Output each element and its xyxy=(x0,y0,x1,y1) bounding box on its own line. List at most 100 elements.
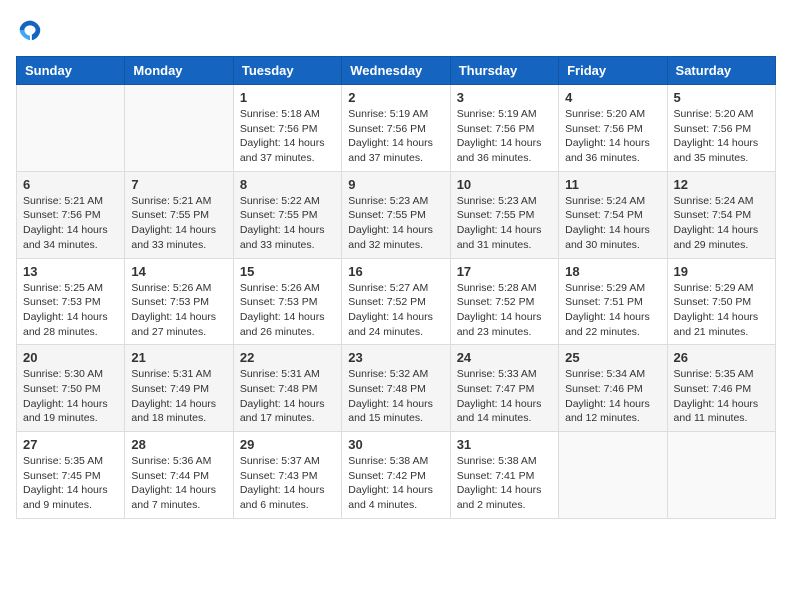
day-number: 29 xyxy=(240,437,335,452)
calendar-cell: 2Sunrise: 5:19 AMSunset: 7:56 PMDaylight… xyxy=(342,85,450,172)
calendar-table: SundayMondayTuesdayWednesdayThursdayFrid… xyxy=(16,56,776,519)
day-info: Sunrise: 5:19 AMSunset: 7:56 PMDaylight:… xyxy=(457,107,552,166)
calendar-cell xyxy=(125,85,233,172)
calendar-cell: 22 Sunrise: 5:31 AMSunset: 7:48 PMDayligh… xyxy=(233,345,341,432)
day-number: 13 xyxy=(23,264,118,279)
calendar-cell: 8Sunrise: 5:22 AMSunset: 7:55 PMDaylight… xyxy=(233,171,341,258)
calendar-cell: 23 Sunrise: 5:32 AMSunset: 7:48 PMDayligh… xyxy=(342,345,450,432)
day-info: Sunrise: 5:26 AMSunset: 7:53 PMDaylight:… xyxy=(131,281,226,340)
calendar-cell: 4 Sunrise: 5:20 AMSunset: 7:56 PMDaylight… xyxy=(559,85,667,172)
calendar-cell: 26 Sunrise: 5:35 AMSunset: 7:46 PMDayligh… xyxy=(667,345,775,432)
day-number: 18 xyxy=(565,264,660,279)
weekday-header: Wednesday xyxy=(342,57,450,85)
day-info: Sunrise: 5:24 AMSunset: 7:54 PMDaylight:… xyxy=(674,194,769,253)
day-number: 27 xyxy=(23,437,118,452)
logo-icon xyxy=(16,16,44,44)
day-number: 7 xyxy=(131,177,226,192)
day-number: 22 xyxy=(240,350,335,365)
day-number: 19 xyxy=(674,264,769,279)
calendar-cell: 24 Sunrise: 5:33 AMSunset: 7:47 PMDayligh… xyxy=(450,345,558,432)
calendar-cell: 16 Sunrise: 5:27 AMSunset: 7:52 PMDayligh… xyxy=(342,258,450,345)
calendar-cell: 17 Sunrise: 5:28 AMSunset: 7:52 PMDayligh… xyxy=(450,258,558,345)
day-number: 1 xyxy=(240,90,335,105)
day-number: 12 xyxy=(674,177,769,192)
day-number: 4 xyxy=(565,90,660,105)
day-info: Sunrise: 5:20 AMSunset: 7:56 PMDaylight:… xyxy=(674,107,769,166)
calendar-cell: 31 Sunrise: 5:38 AMSunset: 7:41 PMDayligh… xyxy=(450,432,558,519)
calendar-cell: 15Sunrise: 5:26 AMSunset: 7:53 PMDayligh… xyxy=(233,258,341,345)
calendar-cell xyxy=(17,85,125,172)
calendar-cell: 3 Sunrise: 5:19 AMSunset: 7:56 PMDaylight… xyxy=(450,85,558,172)
day-info: Sunrise: 5:36 AMSunset: 7:44 PMDaylight:… xyxy=(131,454,226,513)
day-info: Sunrise: 5:29 AMSunset: 7:51 PMDaylight:… xyxy=(565,281,660,340)
day-info: Sunrise: 5:29 AMSunset: 7:50 PMDaylight:… xyxy=(674,281,769,340)
weekday-header: Friday xyxy=(559,57,667,85)
weekday-header: Saturday xyxy=(667,57,775,85)
day-info: Sunrise: 5:21 AMSunset: 7:56 PMDaylight:… xyxy=(23,194,118,253)
day-info: Sunrise: 5:38 AMSunset: 7:41 PMDaylight:… xyxy=(457,454,552,513)
day-number: 24 xyxy=(457,350,552,365)
day-info: Sunrise: 5:34 AMSunset: 7:46 PMDaylight:… xyxy=(565,367,660,426)
calendar-cell: 19 Sunrise: 5:29 AMSunset: 7:50 PMDayligh… xyxy=(667,258,775,345)
calendar-cell xyxy=(559,432,667,519)
day-info: Sunrise: 5:38 AMSunset: 7:42 PMDaylight:… xyxy=(348,454,443,513)
day-number: 26 xyxy=(674,350,769,365)
calendar-cell: 1 Sunrise: 5:18 AMSunset: 7:56 PMDaylight… xyxy=(233,85,341,172)
day-number: 6 xyxy=(23,177,118,192)
day-info: Sunrise: 5:35 AMSunset: 7:45 PMDaylight:… xyxy=(23,454,118,513)
day-number: 17 xyxy=(457,264,552,279)
day-info: Sunrise: 5:30 AMSunset: 7:50 PMDaylight:… xyxy=(23,367,118,426)
day-info: Sunrise: 5:25 AMSunset: 7:53 PMDaylight:… xyxy=(23,281,118,340)
day-number: 31 xyxy=(457,437,552,452)
day-info: Sunrise: 5:23 AMSunset: 7:55 PMDaylight:… xyxy=(457,194,552,253)
day-info: Sunrise: 5:31 AMSunset: 7:48 PMDaylight:… xyxy=(240,367,335,426)
day-info: Sunrise: 5:33 AMSunset: 7:47 PMDaylight:… xyxy=(457,367,552,426)
calendar-cell: 21 Sunrise: 5:31 AMSunset: 7:49 PMDayligh… xyxy=(125,345,233,432)
day-number: 30 xyxy=(348,437,443,452)
calendar-cell: 9 Sunrise: 5:23 AMSunset: 7:55 PMDaylight… xyxy=(342,171,450,258)
day-info: Sunrise: 5:28 AMSunset: 7:52 PMDaylight:… xyxy=(457,281,552,340)
day-info: Sunrise: 5:21 AMSunset: 7:55 PMDaylight:… xyxy=(131,194,226,253)
day-number: 9 xyxy=(348,177,443,192)
day-number: 10 xyxy=(457,177,552,192)
day-number: 5 xyxy=(674,90,769,105)
day-info: Sunrise: 5:32 AMSunset: 7:48 PMDaylight:… xyxy=(348,367,443,426)
day-number: 2 xyxy=(348,90,443,105)
logo xyxy=(16,16,48,44)
calendar-cell: 27 Sunrise: 5:35 AMSunset: 7:45 PMDayligh… xyxy=(17,432,125,519)
day-info: Sunrise: 5:23 AMSunset: 7:55 PMDaylight:… xyxy=(348,194,443,253)
calendar-cell: 7 Sunrise: 5:21 AMSunset: 7:55 PMDaylight… xyxy=(125,171,233,258)
day-number: 28 xyxy=(131,437,226,452)
calendar-cell: 28 Sunrise: 5:36 AMSunset: 7:44 PMDayligh… xyxy=(125,432,233,519)
calendar-cell: 6 Sunrise: 5:21 AMSunset: 7:56 PMDaylight… xyxy=(17,171,125,258)
day-info: Sunrise: 5:18 AMSunset: 7:56 PMDaylight:… xyxy=(240,107,335,166)
weekday-header: Monday xyxy=(125,57,233,85)
calendar-cell: 10 Sunrise: 5:23 AMSunset: 7:55 PMDayligh… xyxy=(450,171,558,258)
day-info: Sunrise: 5:27 AMSunset: 7:52 PMDaylight:… xyxy=(348,281,443,340)
weekday-header: Sunday xyxy=(17,57,125,85)
day-number: 8 xyxy=(240,177,335,192)
day-number: 3 xyxy=(457,90,552,105)
calendar-cell: 11 Sunrise: 5:24 AMSunset: 7:54 PMDayligh… xyxy=(559,171,667,258)
day-number: 20 xyxy=(23,350,118,365)
day-info: Sunrise: 5:35 AMSunset: 7:46 PMDaylight:… xyxy=(674,367,769,426)
calendar-cell: 13 Sunrise: 5:25 AMSunset: 7:53 PMDayligh… xyxy=(17,258,125,345)
day-number: 21 xyxy=(131,350,226,365)
day-info: Sunrise: 5:20 AMSunset: 7:56 PMDaylight:… xyxy=(565,107,660,166)
day-number: 23 xyxy=(348,350,443,365)
calendar-cell: 5 Sunrise: 5:20 AMSunset: 7:56 PMDaylight… xyxy=(667,85,775,172)
weekday-header: Thursday xyxy=(450,57,558,85)
weekday-header: Tuesday xyxy=(233,57,341,85)
day-number: 16 xyxy=(348,264,443,279)
calendar-cell: 14Sunrise: 5:26 AMSunset: 7:53 PMDayligh… xyxy=(125,258,233,345)
day-number: 15 xyxy=(240,264,335,279)
day-number: 11 xyxy=(565,177,660,192)
calendar-cell: 12 Sunrise: 5:24 AMSunset: 7:54 PMDayligh… xyxy=(667,171,775,258)
day-info: Sunrise: 5:31 AMSunset: 7:49 PMDaylight:… xyxy=(131,367,226,426)
page-header xyxy=(16,16,776,44)
day-number: 25 xyxy=(565,350,660,365)
day-info: Sunrise: 5:37 AMSunset: 7:43 PMDaylight:… xyxy=(240,454,335,513)
calendar-cell: 18 Sunrise: 5:29 AMSunset: 7:51 PMDayligh… xyxy=(559,258,667,345)
calendar-cell: 30 Sunrise: 5:38 AMSunset: 7:42 PMDayligh… xyxy=(342,432,450,519)
day-info: Sunrise: 5:24 AMSunset: 7:54 PMDaylight:… xyxy=(565,194,660,253)
